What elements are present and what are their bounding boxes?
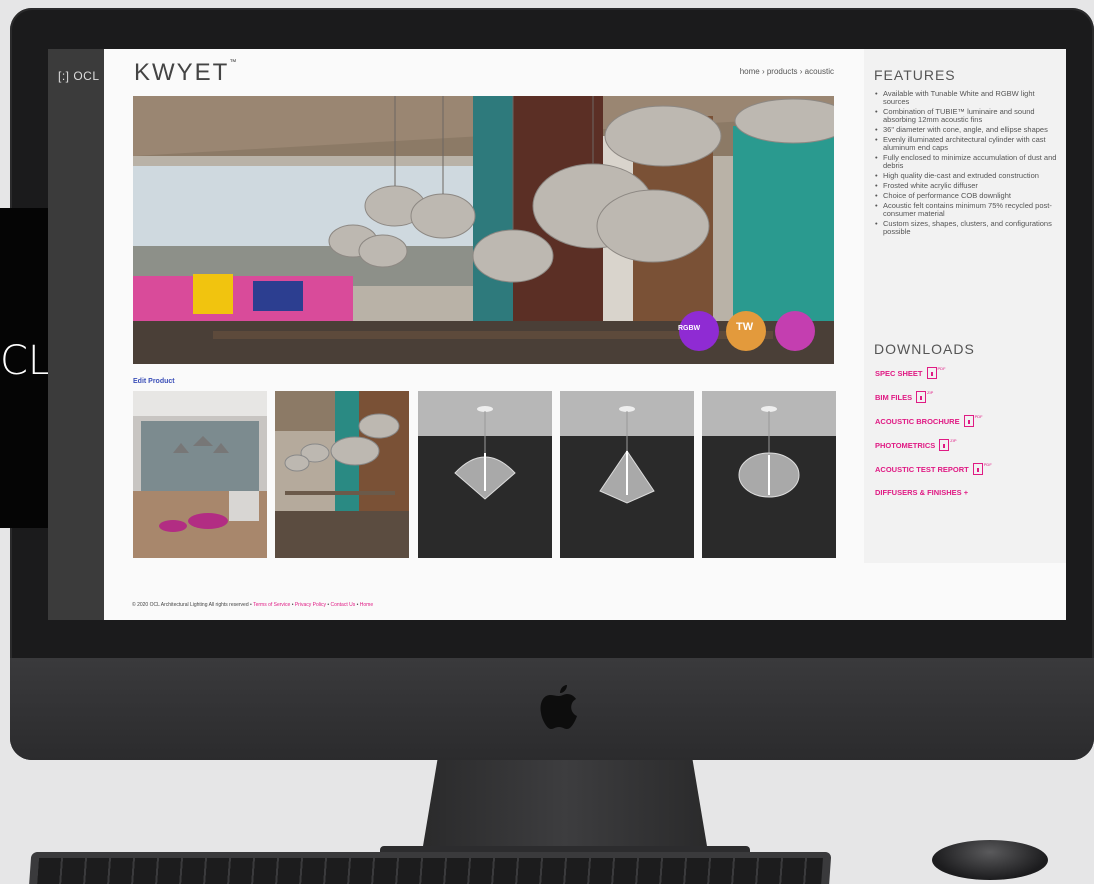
desktop-scene: CL [:] OCL KWYET™ home › products › acou… [0,0,1094,884]
feature-item: 36" diameter with cone, angle, and ellip… [874,126,1058,135]
apple-logo-icon [540,685,577,729]
file-download-icon [972,463,983,475]
rgbw-badge-label: RGBW [678,325,701,332]
footer: © 2020 OCL Architectural Lighting All ri… [132,602,374,608]
footer-link-privacy[interactable]: Privacy Policy [295,602,326,608]
feature-item: Combination of TUBIE™ luminaire and soun… [874,108,1058,124]
file-download-icon [926,367,937,379]
feature-item: High quality die-cast and extruded const… [874,172,1058,181]
file-download-icon [916,391,927,403]
download-spec-sheet[interactable]: SPEC SHEET PDF [875,366,946,380]
thumbnail-4[interactable] [560,391,694,558]
thumbnail-1[interactable] [133,391,267,558]
thumbnail-2[interactable] [275,391,409,558]
keyboard [28,852,832,884]
tw-badge-label: TW [736,321,754,333]
screen: [:] OCL KWYET™ home › products › acousti… [48,49,1066,620]
feature-item: Choice of performance COB downlight [874,192,1058,201]
file-download-icon [963,415,974,427]
sound-badge-icon [775,311,815,351]
feature-list: Available with Tunable White and RGBW li… [874,90,1058,238]
download-photometrics[interactable]: PHOTOMETRICS ZIP [875,438,957,452]
footer-copyright: © 2020 OCL Architectural Lighting All ri… [132,602,252,608]
features-sidebar: FEATURES Available with Tunable White an… [864,49,1066,563]
footer-link-contact[interactable]: Contact Us [331,602,356,608]
side-rail: [:] OCL [48,49,104,620]
feature-item: Evenly illuminated architectural cylinde… [874,136,1058,152]
feature-item: Available with Tunable White and RGBW li… [874,90,1058,106]
main-content: KWYET™ home › products › acoustic RGBW T… [104,49,864,620]
features-heading: FEATURES [874,67,956,83]
thumbnail-gallery [133,391,836,558]
overlay-text: CL [0,338,51,384]
mouse [932,840,1048,880]
breadcrumb[interactable]: home › products › acoustic [740,67,834,76]
thumbnail-3[interactable] [418,391,552,558]
download-acoustic-test-report[interactable]: ACOUSTIC TEST REPORT PDF [875,462,992,476]
feature-item: Fully enclosed to minimize accumulation … [874,154,1058,170]
file-download-icon [939,439,950,451]
feature-item: Acoustic felt contains minimum 75% recyc… [874,202,1058,218]
ocl-logo[interactable]: [:] OCL [58,69,100,83]
feature-item: Custom sizes, shapes, clusters, and conf… [874,220,1058,236]
feature-item: Frosted white acrylic diffuser [874,182,1058,191]
edit-product-link[interactable]: Edit Product [133,378,175,385]
footer-link-terms[interactable]: Terms of Service [253,602,290,608]
download-acoustic-brochure[interactable]: ACOUSTIC BROCHURE PDF [875,414,983,428]
page-title: KWYET™ [134,59,239,86]
diffusers-finishes-expander[interactable]: DIFFUSERS & FINISHES + [875,485,968,499]
footer-link-home[interactable]: Home [360,602,373,608]
hero-image [133,96,834,364]
downloads-heading: DOWNLOADS [874,341,975,357]
download-bim-files[interactable]: BIM FILES ZIP [875,390,933,404]
sidebar-footer-space [864,563,1066,620]
thumbnail-5[interactable] [702,391,836,558]
